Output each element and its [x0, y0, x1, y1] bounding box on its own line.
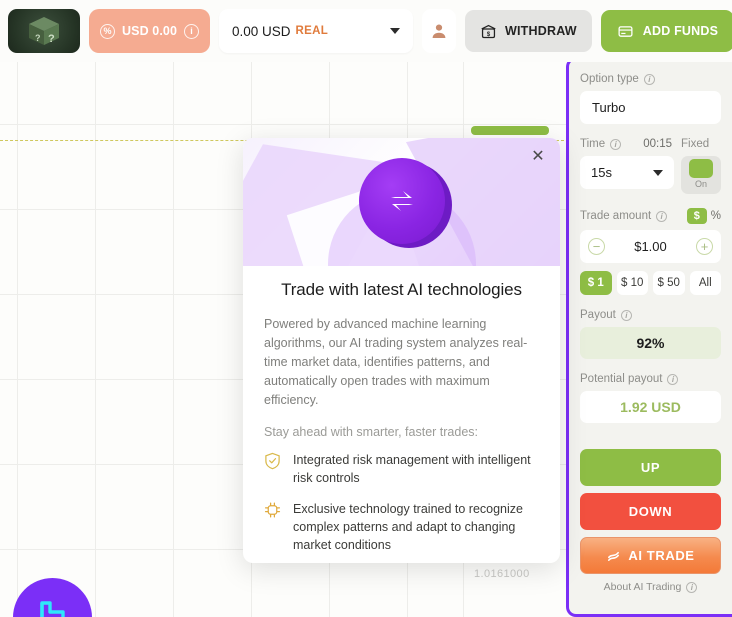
mystery-box-icon: ? ?: [29, 17, 59, 45]
feature-item: Integrated risk management with intellig…: [264, 451, 539, 487]
mystery-box-button[interactable]: ? ?: [8, 9, 80, 53]
option-type-label-row: Option type i: [580, 73, 721, 85]
chart-price-label: 1.0161000: [474, 568, 530, 580]
unit-dollar-option[interactable]: $: [686, 208, 707, 224]
fixed-time-toggle[interactable]: On: [681, 156, 721, 194]
fixed-label: Fixed: [681, 138, 710, 150]
info-icon[interactable]: i: [686, 581, 698, 593]
balance-selector[interactable]: 0.00 USD REAL: [219, 9, 413, 53]
chart-gridline: [95, 62, 96, 617]
svg-text:?: ?: [35, 33, 41, 43]
up-button-label: UP: [640, 460, 661, 475]
chevron-down-icon[interactable]: [390, 28, 400, 34]
about-ai-trading-link[interactable]: About AI Trading i: [580, 581, 721, 593]
chart-timer-bar: [471, 126, 549, 135]
info-icon[interactable]: i: [610, 138, 622, 150]
shield-check-icon: [264, 451, 282, 475]
amount-unit-toggle[interactable]: $ %: [686, 208, 721, 224]
info-icon[interactable]: i: [184, 23, 199, 39]
option-type-value: Turbo: [592, 100, 626, 115]
promo-balance-pill[interactable]: % USD 0.00 i: [89, 9, 210, 53]
trading-app: 1.0161000 ? ? % USD 0.00 i 0.00 USD REAL…: [0, 0, 732, 617]
payout-label-row: Payout i: [580, 309, 721, 321]
top-toolbar: ? ? % USD 0.00 i 0.00 USD REAL $ WITHDRA…: [0, 0, 732, 62]
payout-label: Payout: [580, 309, 616, 321]
close-icon[interactable]: ✕: [529, 148, 547, 166]
modal-content: Trade with latest AI technologies Powere…: [243, 266, 560, 563]
add-funds-button[interactable]: ADD FUNDS: [600, 10, 732, 52]
withdraw-label: WITHDRAW: [505, 24, 577, 38]
ai-trade-button[interactable]: AI TRADE: [580, 537, 721, 574]
exnova-logo-icon: [13, 578, 92, 617]
balance-amount: 0.00 USD: [232, 23, 291, 39]
promo-balance-amount: USD 0.00: [122, 24, 177, 38]
trade-amount-value: $1.00: [634, 239, 667, 254]
unit-percent-option[interactable]: %: [711, 210, 721, 222]
quick-amount-50[interactable]: $ 50: [653, 271, 685, 295]
trade-panel: Option type i Turbo Time i 00:15 Fixed 1…: [566, 57, 732, 617]
quick-amount-1[interactable]: $ 1: [580, 271, 612, 295]
modal-subheading: Stay ahead with smarter, faster trades:: [264, 425, 478, 439]
trade-amount-label: Trade amount: [580, 210, 652, 222]
plus-circle-icon[interactable]: +: [695, 238, 713, 255]
time-label: Time: [580, 138, 606, 150]
atm-machine-icon: $: [481, 24, 496, 38]
down-button-label: DOWN: [628, 504, 673, 519]
modal-paragraph: Powered by advanced machine learning alg…: [264, 317, 528, 407]
time-select[interactable]: 15s: [580, 156, 674, 189]
chart-gridline: [173, 62, 174, 617]
user-avatar-icon: [432, 24, 446, 38]
info-icon[interactable]: i: [667, 373, 679, 385]
info-icon[interactable]: i: [620, 309, 632, 321]
feature-text: Exclusive technology trained to recogniz…: [293, 502, 523, 552]
chevron-down-icon[interactable]: [653, 169, 663, 176]
feature-item: Exclusive technology trained to recogniz…: [264, 500, 539, 554]
potential-payout-value: 1.92 USD: [580, 391, 721, 423]
info-icon[interactable]: i: [656, 210, 668, 222]
trade-amount-label-row: Trade amount i $ %: [580, 208, 721, 224]
chart-gridline: [0, 124, 574, 125]
potential-payout-label: Potential payout: [580, 373, 663, 385]
ai-exchange-coin-icon: [358, 158, 445, 244]
percent-badge-icon: %: [100, 23, 115, 39]
feature-text: Integrated risk management with intellig…: [293, 453, 531, 485]
user-avatar-button[interactable]: [422, 9, 456, 53]
option-type-select[interactable]: Turbo: [580, 91, 721, 124]
time-controls: 15s On: [580, 156, 721, 194]
toggle-state-label: On: [694, 179, 707, 189]
time-label-row: Time i 00:15 Fixed: [580, 138, 721, 150]
time-value: 15s: [591, 165, 612, 180]
down-button[interactable]: DOWN: [580, 493, 721, 530]
toggle-knob: [689, 159, 713, 178]
modal-hero-banner: ✕: [243, 138, 560, 266]
quick-amount-all[interactable]: All: [689, 271, 721, 295]
minus-circle-icon[interactable]: −: [588, 238, 605, 255]
quick-amount-10[interactable]: $ 10: [616, 271, 648, 295]
option-type-label: Option type: [580, 73, 639, 85]
ai-spark-icon: [608, 551, 620, 561]
payout-value: 92%: [580, 327, 721, 359]
modal-title: Trade with latest AI technologies: [281, 280, 522, 299]
ai-trade-label: AI TRADE: [628, 548, 695, 563]
about-ai-trading-label: About AI Trading: [603, 581, 682, 593]
up-button[interactable]: UP: [580, 449, 721, 486]
ai-trading-promo-modal: ✕ Trade with latest AI technologies Powe…: [243, 138, 560, 563]
cpu-chip-icon: [264, 500, 282, 524]
credit-card-icon: [618, 25, 633, 37]
chart-gridline: [17, 62, 18, 617]
time-clock-value: 00:15: [643, 138, 672, 150]
withdraw-button[interactable]: $ WITHDRAW: [465, 10, 592, 52]
info-icon[interactable]: i: [643, 73, 655, 85]
potential-payout-label-row: Potential payout i: [580, 373, 721, 385]
account-type-badge: REAL: [295, 25, 329, 37]
quick-amount-row: $ 1 $ 10 $ 50 All: [580, 271, 721, 295]
add-funds-label: ADD FUNDS: [642, 24, 719, 38]
svg-text:?: ?: [48, 33, 55, 45]
trade-amount-stepper[interactable]: − $1.00 +: [580, 230, 721, 263]
